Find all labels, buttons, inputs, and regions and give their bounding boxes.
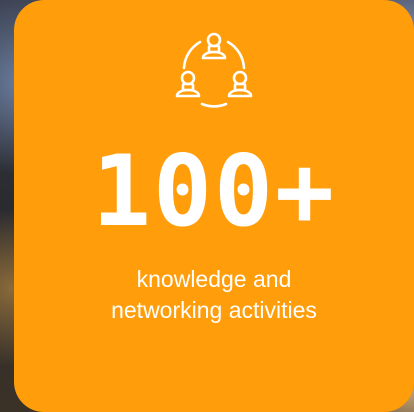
stat-caption-line1: knowledge and <box>136 266 292 292</box>
stat-card: 100+ knowledge and networking activities <box>14 0 414 412</box>
page-background: 100+ knowledge and networking activities <box>0 0 414 412</box>
people-network-icon <box>172 28 256 112</box>
stat-caption: knowledge and networking activities <box>111 264 317 326</box>
stat-value: 100+ <box>91 135 336 249</box>
stat-caption-line2: networking activities <box>111 297 317 323</box>
